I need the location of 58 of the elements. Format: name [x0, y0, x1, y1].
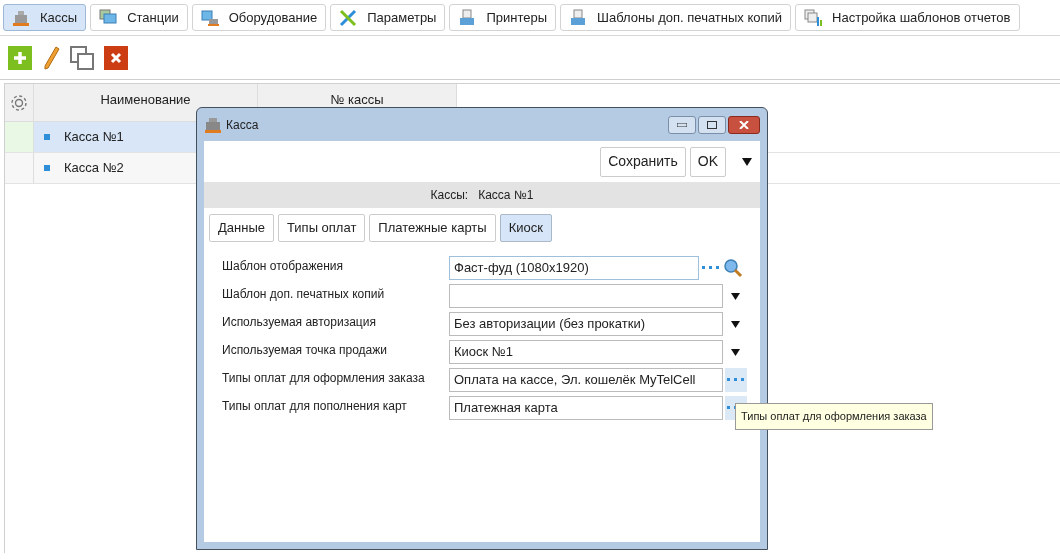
input-field[interactable]: Платежная карта — [449, 396, 723, 420]
dialog-tab[interactable]: Типы оплат — [277, 214, 366, 242]
input-field[interactable]: Фаст-фуд (1080x1920) — [449, 256, 699, 280]
nav-tab[interactable]: Оборудование — [191, 4, 327, 31]
nav-tab[interactable]: Параметры — [330, 4, 446, 31]
field-label: Используемая авторизация — [222, 314, 377, 331]
nav-tab[interactable]: Шаблоны доп. печатных копий — [560, 4, 792, 31]
documents-icon — [804, 8, 823, 27]
nav-tab[interactable]: Кассы — [3, 4, 87, 31]
dialog-button[interactable]: OK — [689, 146, 726, 177]
search-icon[interactable] — [723, 258, 743, 278]
field-label: Типы оплат для пополнения карт — [222, 398, 408, 415]
tools-icon — [339, 8, 358, 27]
caret-icon[interactable] — [731, 292, 740, 300]
row-name: Касса №1 — [64, 128, 124, 147]
record-value: Касса №1 — [478, 187, 534, 204]
ellipsis-icon[interactable] — [701, 265, 721, 271]
nav-tab[interactable]: Станции — [90, 4, 188, 31]
field-label: Типы оплат для оформления заказа — [222, 370, 426, 387]
add-icon[interactable] — [8, 45, 32, 70]
ellipsis-icon[interactable] — [726, 377, 746, 383]
dialog-tab[interactable]: Платежные карты — [369, 214, 496, 242]
nav-tab[interactable]: Настройка шаблонов отчетов — [795, 4, 1020, 31]
close-icon — [739, 120, 749, 129]
row-name: Касса №2 — [64, 159, 124, 178]
monitor-icon — [200, 8, 219, 27]
input-field[interactable]: Оплата на кассе, Эл. кошелёк MyTelCell — [449, 368, 723, 392]
monitor-icon — [99, 8, 118, 27]
delete-icon[interactable] — [104, 45, 128, 70]
dialog-button[interactable]: Сохранить — [600, 146, 686, 177]
pencil-icon[interactable] — [42, 45, 60, 70]
close-button[interactable] — [728, 115, 760, 134]
field-label: Используемая точка продажи — [222, 342, 388, 359]
cash-register-icon — [12, 8, 30, 27]
printer-icon — [569, 8, 588, 27]
copy-icon[interactable] — [70, 45, 94, 70]
settings-icon[interactable] — [9, 92, 29, 113]
tooltip: Типы оплат для оформления заказа — [735, 403, 933, 430]
minimize-icon — [677, 122, 687, 127]
cash-register-icon — [204, 116, 222, 133]
caret-icon[interactable] — [742, 157, 752, 166]
square-bullet-icon — [44, 165, 50, 171]
record-label: Кассы: — [430, 187, 469, 204]
maximize-icon — [707, 120, 717, 129]
settings-header[interactable] — [5, 84, 34, 122]
caret-icon[interactable] — [731, 320, 740, 328]
caret-icon[interactable] — [731, 348, 740, 356]
square-bullet-icon — [44, 134, 50, 140]
field-label: Шаблон отображения — [222, 258, 344, 275]
input-field[interactable]: Без авторизации (без прокатки) — [449, 312, 723, 336]
input-field[interactable] — [449, 284, 723, 308]
dialog-tab[interactable]: Киоск — [499, 214, 552, 242]
maximize-button[interactable] — [698, 115, 726, 134]
printer-icon — [458, 8, 477, 27]
dialog-tab[interactable]: Данные — [209, 214, 274, 242]
input-field[interactable]: Киоск №1 — [449, 340, 723, 364]
field-label: Шаблон доп. печатных копий — [222, 286, 386, 303]
nav-tab[interactable]: Принтеры — [449, 4, 557, 31]
